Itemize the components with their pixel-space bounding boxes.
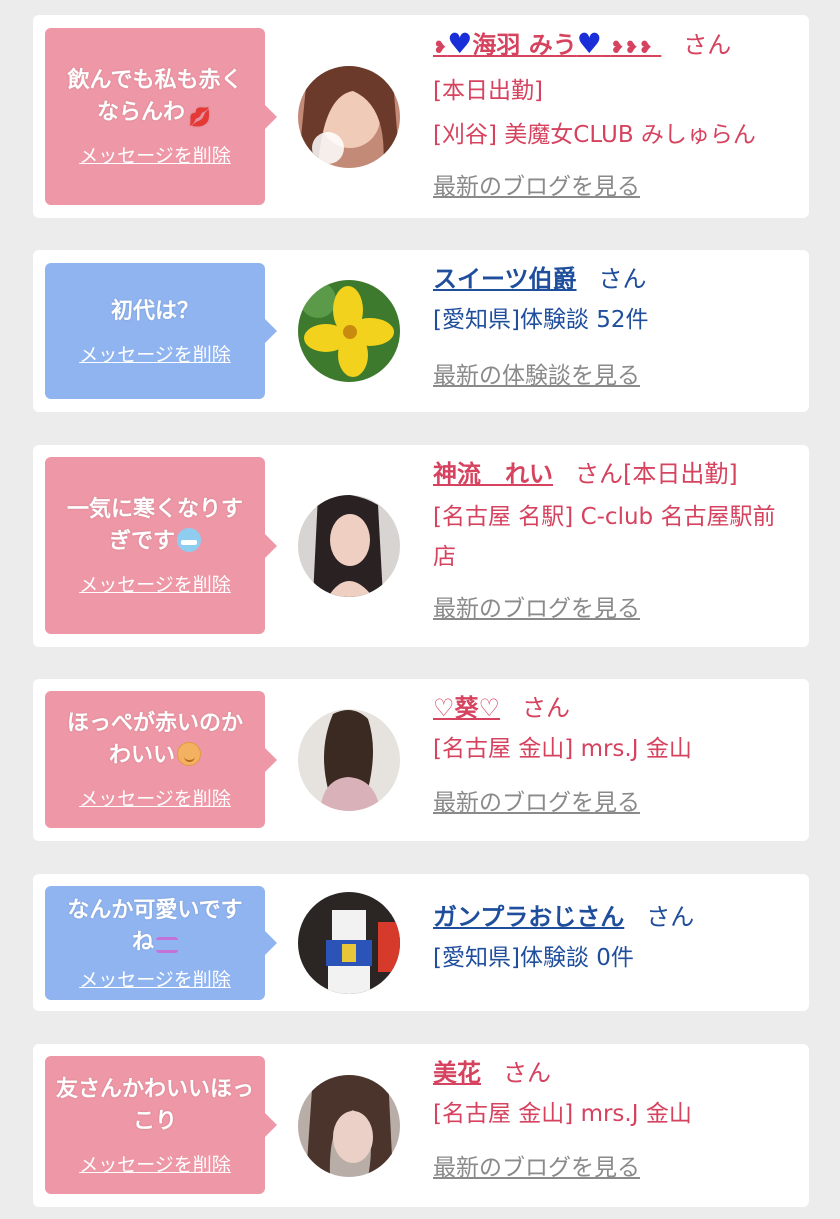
honorific: さん xyxy=(683,31,732,59)
latest-blog-link[interactable]: 最新のブログを見る xyxy=(433,1148,797,1182)
cold-face-emoji-icon xyxy=(177,528,201,552)
review-count: [愛知県]体験談 0件 xyxy=(433,945,634,971)
shop-name: [名古屋 金山] mrs.J 金山 xyxy=(433,1101,692,1127)
avatar[interactable] xyxy=(298,280,400,382)
small-heart-icon: ❥ xyxy=(433,38,448,58)
message-bubble: 友さんかわいいほっこり メッセージを削除 xyxy=(45,1056,277,1194)
profile-info: スイーツ伯爵 さん [愛知県]体験談 52件 最新の体験談を見る xyxy=(433,262,797,390)
avatar[interactable] xyxy=(298,709,400,811)
avatar[interactable] xyxy=(298,1075,400,1177)
shop-name: [刈谷] 美魔女CLUB みしゅらん xyxy=(433,122,756,148)
profile-info: ♡葵♡ さん [名古屋 金山] mrs.J 金山 最新のブログを見る xyxy=(433,691,797,817)
delete-message-link[interactable]: メッセージを削除 xyxy=(79,784,231,811)
message-bubble: 初代は？ メッセージを削除 xyxy=(45,263,277,399)
message-text: 初代は？ xyxy=(110,298,199,324)
small-hearts-icon: ❥❥❥ xyxy=(610,38,653,58)
work-status: [本日出勤] xyxy=(433,78,543,104)
honorific: さん xyxy=(598,265,647,293)
profile-info: ガンプラおじさん さん [愛知県]体験談 0件 xyxy=(433,900,797,978)
profile-name-link[interactable]: ガンプラおじさん xyxy=(433,903,624,931)
message-bubble: なんか可愛いですね メッセージを削除 xyxy=(45,886,277,1000)
shop-name: [名古屋 名駅] C-club 名古屋駅前店 xyxy=(433,504,776,570)
message-bubble: 飲んでも私も赤くならんわ 💋 メッセージを削除 xyxy=(45,28,277,205)
message-card: 飲んでも私も赤くならんわ 💋 メッセージを削除 ❥♥海羽 みう♥ ❥❥❥ さん [… xyxy=(33,15,809,218)
profile-info: 神流 れい さん[本日出勤] [名古屋 名駅] C-club 名古屋駅前店 最新の… xyxy=(433,457,797,623)
message-card: 友さんかわいいほっこり メッセージを削除 美花 さん [名古屋 金山] mrs.J… xyxy=(33,1044,809,1207)
smile-emoji-icon xyxy=(177,742,201,766)
grimace-emoji-icon xyxy=(156,936,178,953)
message-list: 飲んでも私も赤くならんわ 💋 メッセージを削除 ❥♥海羽 みう♥ ❥❥❥ さん [… xyxy=(0,0,840,1219)
profile-name-link[interactable]: スイーツ伯爵 xyxy=(433,265,577,293)
message-bubble: ほっぺが赤いのかわいい メッセージを削除 xyxy=(45,691,277,828)
message-text: 友さんかわいいほっこり xyxy=(55,1076,254,1134)
profile-info: 美花 さん [名古屋 金山] mrs.J 金山 最新のブログを見る xyxy=(433,1056,797,1182)
honorific: さん xyxy=(646,903,695,931)
honorific: さん xyxy=(575,460,623,488)
lips-emoji-icon: 💋 xyxy=(188,107,212,128)
profile-name-link[interactable]: ♡葵♡ xyxy=(433,694,500,722)
blue-heart-icon: ♥ xyxy=(576,27,602,60)
delete-message-link[interactable]: メッセージを削除 xyxy=(79,1150,231,1177)
message-card: なんか可愛いですね メッセージを削除 ガンプラおじさん さん [愛知県]体験談 0… xyxy=(33,874,809,1011)
message-text: 一気に寒くなりすぎです xyxy=(66,497,243,554)
profile-name-link[interactable]: 美花 xyxy=(433,1059,481,1087)
blue-heart-icon: ♥ xyxy=(447,27,473,60)
honorific: さん xyxy=(522,694,571,722)
profile-name-link[interactable]: 神流 れい xyxy=(433,460,553,488)
message-card: ほっぺが赤いのかわいい メッセージを削除 ♡葵♡ さん [名古屋 金山] mrs.… xyxy=(33,679,809,841)
delete-message-link[interactable]: メッセージを削除 xyxy=(79,141,231,168)
message-card: 一気に寒くなりすぎです メッセージを削除 神流 れい さん[本日出勤] [名古屋 … xyxy=(33,445,809,647)
honorific: さん xyxy=(503,1059,551,1087)
message-text: なんか可愛いですね xyxy=(67,897,243,955)
message-card: 初代は？ メッセージを削除 スイーツ伯爵 さん [愛知県]体験談 52件 最新の… xyxy=(33,250,809,412)
delete-message-link[interactable]: メッセージを削除 xyxy=(79,965,231,992)
latest-blog-link[interactable]: 最新のブログを見る xyxy=(433,167,797,201)
latest-blog-link[interactable]: 最新のブログを見る xyxy=(433,589,797,623)
work-status: [本日出勤] xyxy=(623,460,738,488)
latest-review-link[interactable]: 最新の体験談を見る xyxy=(433,356,797,390)
review-count: [愛知県]体験談 52件 xyxy=(433,307,649,333)
avatar[interactable] xyxy=(298,495,400,597)
delete-message-link[interactable]: メッセージを削除 xyxy=(79,570,231,597)
message-text: 飲んでも私も赤くならんわ 💋 xyxy=(67,68,243,128)
message-bubble: 一気に寒くなりすぎです メッセージを削除 xyxy=(45,457,277,634)
latest-blog-link[interactable]: 最新のブログを見る xyxy=(433,783,797,817)
message-text: ほっぺが赤いのかわいい xyxy=(66,711,243,768)
shop-name: [名古屋 金山] mrs.J 金山 xyxy=(433,736,692,762)
avatar[interactable] xyxy=(298,892,400,994)
profile-info: ❥♥海羽 みう♥ ❥❥❥ さん [本日出勤] [刈谷] 美魔女CLUB みしゅら… xyxy=(433,27,797,201)
delete-message-link[interactable]: メッセージを削除 xyxy=(79,340,231,367)
avatar[interactable] xyxy=(298,66,400,168)
profile-name-link[interactable]: ❥♥海羽 みう♥ ❥❥❥ xyxy=(433,27,661,60)
